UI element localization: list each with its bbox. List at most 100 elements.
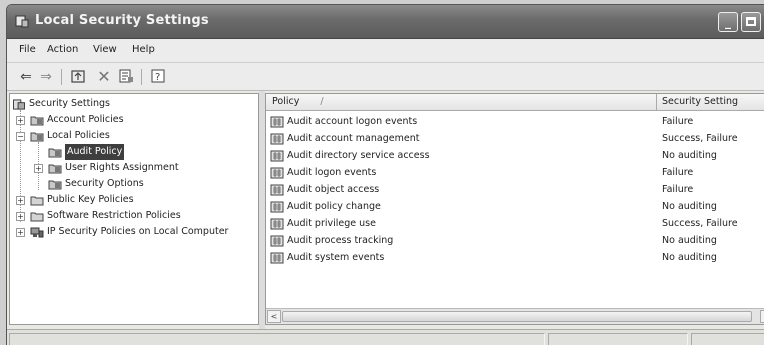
audit-policy-icon	[270, 150, 284, 161]
status-pane-tertiary	[691, 333, 764, 345]
column-header-policy-label: Policy	[272, 96, 300, 107]
ip-security-icon	[30, 227, 44, 237]
status-pane-main	[9, 333, 545, 345]
table-row[interactable]: Audit privilege use Success, Failure	[266, 215, 764, 232]
help-icon[interactable]: ?	[149, 68, 167, 86]
security-settings-app-icon	[15, 15, 29, 28]
expand-toggle[interactable]: +	[16, 116, 25, 125]
folder-policy-icon	[48, 164, 62, 173]
audit-policy-icon	[270, 201, 284, 212]
policy-cell: Audit privilege use	[270, 215, 376, 232]
policy-cell: Audit system events	[270, 249, 384, 266]
security-setting-value: Failure	[662, 184, 694, 195]
policy-name: Audit privilege use	[287, 218, 376, 229]
policy-name: Audit process tracking	[287, 235, 394, 246]
policy-list: Policy / Security Setting Audit account …	[265, 93, 764, 325]
tree-item-security-options[interactable]: Security Options	[48, 176, 228, 192]
policy-name: Audit object access	[287, 184, 380, 195]
list-header: Policy / Security Setting	[266, 94, 764, 111]
up-one-level-icon[interactable]	[69, 68, 87, 86]
scroll-left-button[interactable]: <	[267, 310, 281, 323]
column-header-security-setting[interactable]: Security Setting	[662, 96, 738, 107]
audit-policy-icon	[270, 167, 284, 178]
audit-policy-icon	[270, 252, 284, 263]
expand-toggle[interactable]: +	[34, 164, 43, 173]
properties-icon[interactable]	[117, 68, 135, 86]
policy-name: Audit policy change	[287, 201, 381, 212]
table-row[interactable]: Audit process tracking No auditing	[266, 232, 764, 249]
table-row[interactable]: Audit account management Success, Failure	[266, 130, 764, 147]
folder-icon	[30, 196, 44, 205]
policy-cell: Audit account management	[270, 130, 419, 147]
tree-item-label: Audit Policy	[65, 144, 125, 160]
collapse-toggle[interactable]: −	[16, 132, 25, 141]
tree-item-label: Software Restriction Policies	[47, 210, 181, 221]
table-row[interactable]: Audit account logon events Failure	[266, 113, 764, 130]
delete-icon[interactable]: ✕	[95, 68, 113, 86]
maximize-button[interactable]	[741, 12, 761, 32]
table-row[interactable]: Audit system events No auditing	[266, 249, 764, 266]
column-divider[interactable]	[656, 94, 657, 111]
back-icon[interactable]: ⇐	[17, 68, 35, 86]
tree-item-label: Security Options	[65, 178, 144, 189]
table-row[interactable]: Audit policy change No auditing	[266, 198, 764, 215]
audit-policy-icon	[270, 184, 284, 195]
security-setting-value: No auditing	[662, 150, 717, 161]
tree-item-audit-policy[interactable]: Audit Policy	[48, 144, 228, 160]
horizontal-scrollbar[interactable]: < >	[266, 308, 764, 324]
tree-item-public-key-policies[interactable]: + Public Key Policies	[16, 192, 216, 208]
security-setting-value: Success, Failure	[662, 133, 738, 144]
folder-policy-icon	[30, 116, 44, 125]
policy-cell: Audit process tracking	[270, 232, 393, 249]
column-header-policy[interactable]: Policy /	[272, 96, 324, 107]
scroll-thumb[interactable]	[282, 311, 752, 322]
console-tree: Security Settings + Account Policies − L…	[9, 93, 259, 325]
sort-indicator-icon: /	[320, 96, 324, 107]
expand-toggle[interactable]: +	[16, 212, 25, 221]
menu-file[interactable]: File	[19, 44, 36, 55]
window-title: Local Security Settings	[35, 13, 209, 28]
menu-action[interactable]: Action	[47, 44, 78, 55]
tree-item-account-policies[interactable]: + Account Policies	[16, 112, 216, 128]
security-settings-icon	[13, 98, 25, 110]
toolbar: ⇐ ⇒ ✕ ?	[7, 63, 764, 91]
tree-item-label: Account Policies	[47, 114, 124, 125]
maximize-icon	[746, 17, 756, 26]
policy-cell: Audit account logon events	[270, 113, 417, 130]
policy-name: Audit system events	[287, 252, 385, 263]
tree-item-software-restriction-policies[interactable]: + Software Restriction Policies	[16, 208, 246, 224]
audit-policy-icon	[270, 218, 284, 229]
table-row[interactable]: Audit directory service access No auditin…	[266, 147, 764, 164]
toolbar-separator	[141, 69, 142, 85]
menu-view[interactable]: View	[93, 44, 117, 55]
tree-item-local-policies[interactable]: − Local Policies	[16, 128, 216, 144]
table-row[interactable]: Audit object access Failure	[266, 181, 764, 198]
minimize-button[interactable]: _	[718, 12, 738, 32]
security-setting-value: Failure	[662, 167, 694, 178]
forward-icon[interactable]: ⇒	[37, 68, 55, 86]
tree-item-label: IP Security Policies on Local Computer	[47, 226, 229, 237]
scroll-right-button[interactable]: >	[760, 310, 764, 323]
tree-item-ip-security-policies[interactable]: + IP Security Policies on Local Computer	[16, 224, 256, 240]
menu-help[interactable]: Help	[132, 44, 155, 55]
title-bar[interactable]: Local Security Settings _ ✕	[7, 5, 764, 39]
tree-item-label: Security Settings	[29, 98, 110, 109]
policy-cell: Audit policy change	[270, 198, 381, 215]
main-content: Security Settings + Account Policies − L…	[7, 91, 764, 329]
tree-item-user-rights-assignment[interactable]: + User Rights Assignment	[34, 160, 234, 176]
status-bar	[7, 329, 764, 345]
policy-name: Audit account management	[287, 133, 420, 144]
security-setting-value: No auditing	[662, 235, 717, 246]
policy-cell: Audit directory service access	[270, 147, 430, 164]
expand-toggle[interactable]: +	[16, 196, 25, 205]
local-security-settings-window: Local Security Settings _ ✕ File Action …	[6, 4, 764, 345]
security-setting-value: Success, Failure	[662, 218, 738, 229]
audit-policy-icon	[270, 235, 284, 246]
table-row[interactable]: Audit logon events Failure	[266, 164, 764, 181]
folder-policy-icon	[30, 132, 44, 141]
expand-toggle[interactable]: +	[16, 228, 25, 237]
folder-policy-icon	[48, 180, 62, 189]
audit-policy-icon	[270, 116, 284, 127]
policy-cell: Audit object access	[270, 181, 379, 198]
security-setting-value: Failure	[662, 116, 694, 127]
